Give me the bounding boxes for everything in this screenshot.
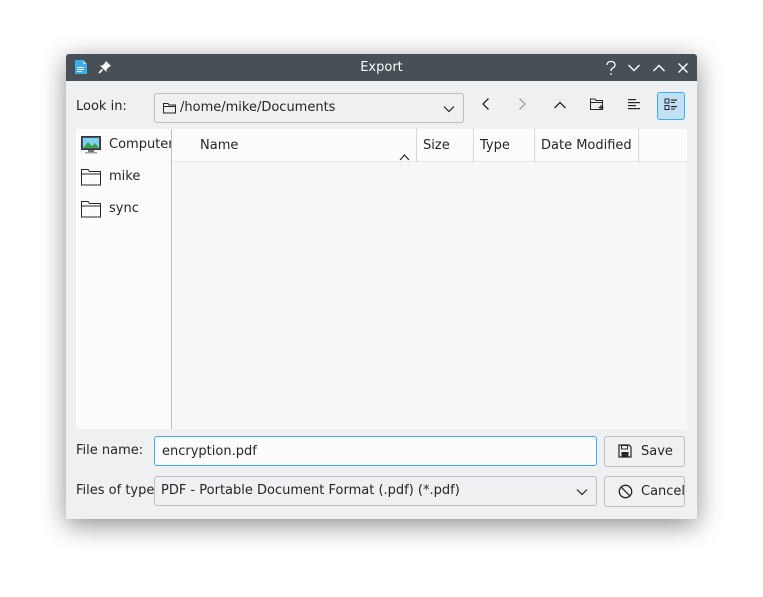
- new-folder-button[interactable]: [583, 92, 611, 120]
- help-icon[interactable]: [602, 59, 619, 76]
- list-view-icon: [627, 98, 641, 115]
- cancel-label: Cancel: [641, 484, 686, 499]
- new-folder-icon: [589, 97, 605, 115]
- maximize-chevron-up-icon[interactable]: [650, 59, 667, 76]
- look-in-path: /home/mike/Documents: [180, 100, 336, 115]
- files-of-type-label: Files of type:: [76, 483, 159, 498]
- save-button[interactable]: Save: [604, 436, 685, 467]
- parent-directory-button[interactable]: [546, 92, 574, 120]
- place-item-sync[interactable]: sync: [76, 196, 172, 222]
- file-list-header: Name Size Type Date Modified: [172, 129, 688, 162]
- file-name-label: File name:: [76, 443, 144, 458]
- look-in-label: Look in:: [76, 99, 127, 114]
- column-name[interactable]: Name: [172, 129, 417, 162]
- chevron-left-icon: [481, 97, 491, 115]
- place-label: sync: [109, 201, 139, 216]
- close-icon[interactable]: [674, 59, 691, 76]
- file-name-input[interactable]: [154, 436, 597, 466]
- chevron-right-icon: [517, 97, 527, 115]
- computer-icon: [81, 136, 101, 154]
- parent-dir-icon: [553, 99, 567, 114]
- place-label: Computer: [109, 137, 174, 152]
- folder-small-icon: [163, 102, 176, 118]
- chevron-down-icon: [576, 486, 588, 496]
- file-type-value: PDF - Portable Document Format (.pdf) (*…: [161, 483, 460, 498]
- export-dialog: Export Look in: /home/mike/Documents Com…: [66, 54, 697, 519]
- column-size[interactable]: Size: [417, 129, 474, 162]
- folder-icon: [81, 168, 101, 186]
- list-view-button[interactable]: [620, 92, 648, 120]
- save-icon: [618, 444, 633, 459]
- place-label: mike: [109, 169, 141, 184]
- detail-view-button[interactable]: [657, 92, 685, 120]
- folder-icon: [81, 200, 101, 218]
- chevron-down-icon: [443, 103, 455, 113]
- file-list-body[interactable]: [172, 162, 687, 428]
- column-date-modified[interactable]: Date Modified: [535, 129, 639, 162]
- place-item-computer[interactable]: Computer: [76, 132, 174, 158]
- column-type[interactable]: Type: [474, 129, 535, 162]
- cancel-icon: [618, 484, 633, 499]
- cancel-button[interactable]: Cancel: [604, 476, 685, 507]
- file-list[interactable]: Name Size Type Date Modified: [171, 129, 688, 429]
- forward-button[interactable]: [508, 92, 536, 120]
- places-sidebar: Computer mike sync: [76, 129, 174, 429]
- detail-view-icon: [664, 98, 678, 115]
- title-bar[interactable]: Export: [66, 54, 697, 81]
- look-in-combo[interactable]: /home/mike/Documents: [154, 93, 464, 123]
- file-type-combo[interactable]: PDF - Portable Document Format (.pdf) (*…: [154, 476, 597, 506]
- minimize-chevron-down-icon[interactable]: [625, 59, 642, 76]
- place-item-mike[interactable]: mike: [76, 164, 172, 190]
- save-label: Save: [641, 444, 673, 459]
- back-button[interactable]: [472, 92, 500, 120]
